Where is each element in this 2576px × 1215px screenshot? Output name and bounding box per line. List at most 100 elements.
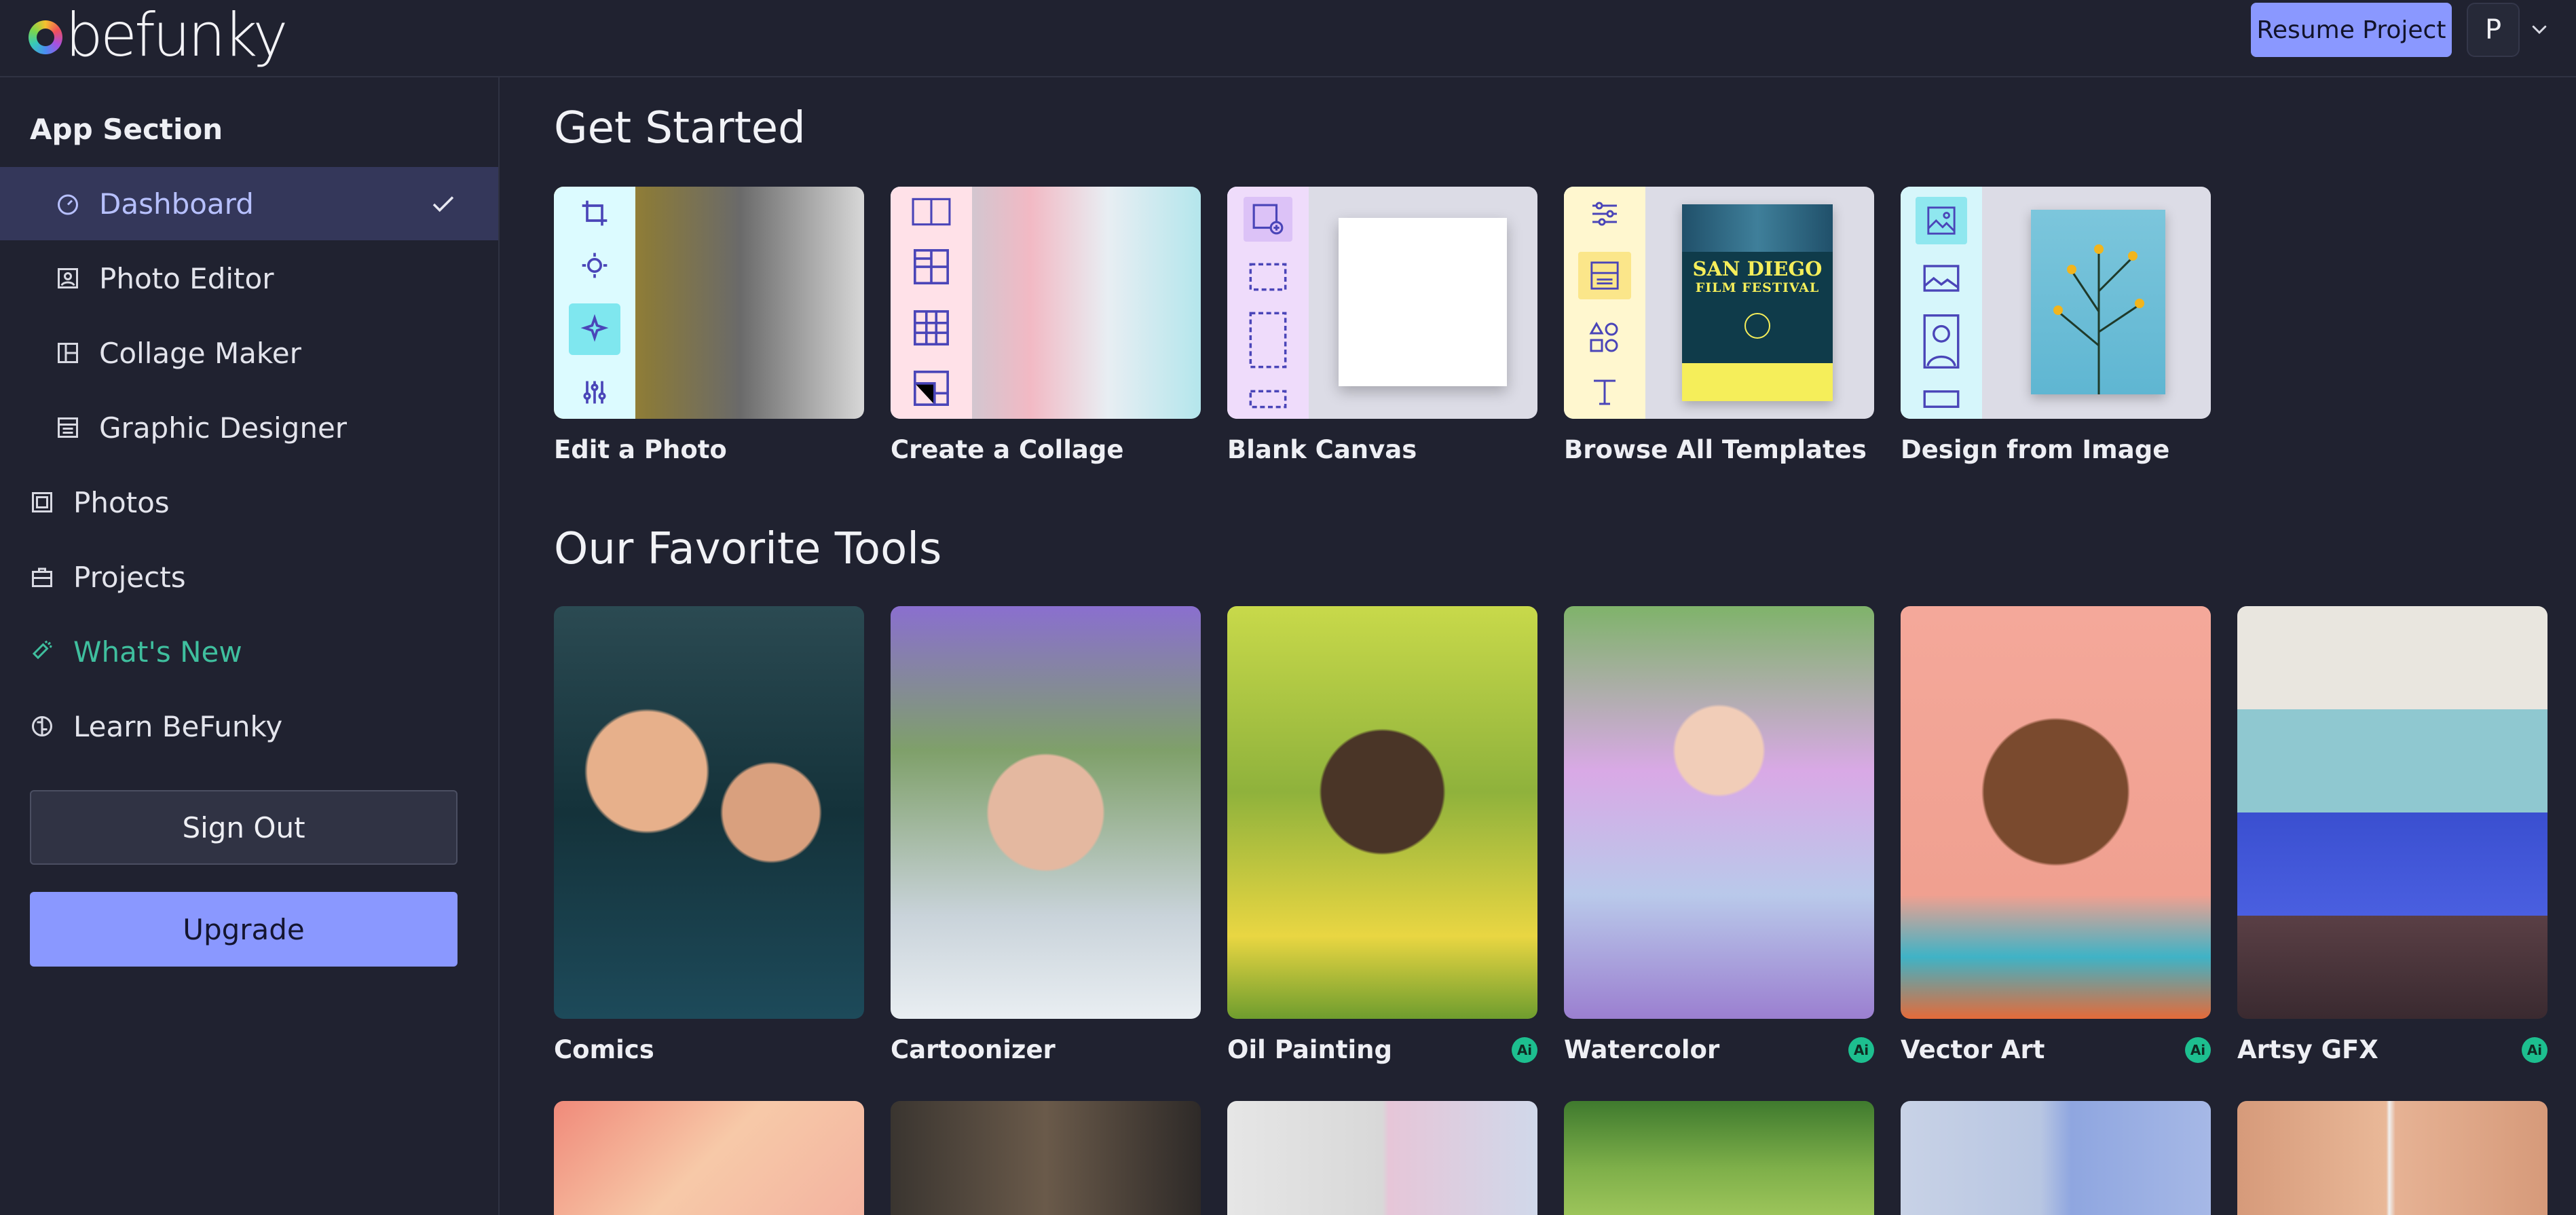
card-label: Vector Art Ai (1901, 1035, 2211, 1064)
sidebar-item-whats-new[interactable]: What's New (0, 615, 498, 688)
oil-painting-tool-card[interactable]: Oil Painting Ai (1227, 606, 1537, 1064)
brightness-icon (582, 253, 608, 278)
browse-templates-card[interactable]: SAN DIEGO FILM FESTIVAL Browse All Templ… (1564, 187, 1874, 464)
text-icon (1594, 379, 1616, 405)
design-from-image-card[interactable]: Design from Image (1901, 187, 2211, 464)
favorite-tools-heading: Our Favorite Tools (554, 524, 942, 574)
logo-text: befunky (65, 0, 288, 70)
sign-out-button[interactable]: Sign Out (30, 790, 458, 865)
tool-card-row3-6[interactable] (2237, 1101, 2547, 1215)
tool-card-row3-4[interactable] (1564, 1101, 1874, 1215)
user-avatar[interactable]: P (2467, 3, 2520, 57)
add-frame-icon (1244, 197, 1292, 242)
template-layout-icon (1578, 252, 1631, 299)
layout-icon (58, 343, 78, 363)
card-label: Comics (554, 1035, 654, 1064)
crop-icon (582, 200, 608, 226)
edit-photo-thumbnail (554, 187, 864, 419)
tool-card-row3-5[interactable] (1901, 1101, 2211, 1215)
sidebar-item-label: Learn BeFunky (73, 709, 283, 743)
row3-thumbnail (891, 1101, 1201, 1215)
resume-project-button[interactable]: Resume Project (2251, 3, 2452, 57)
cartoonizer-tool-card[interactable]: Cartoonizer (891, 606, 1201, 1064)
blank-canvas-card[interactable]: Blank Canvas (1227, 187, 1537, 464)
photo-frame-icon (32, 492, 52, 512)
template-icon (58, 417, 78, 438)
adjust-icon (1592, 202, 1617, 226)
layout-spiral-icon (914, 371, 949, 407)
sidebar-item-collage-maker[interactable]: Collage Maker (0, 316, 498, 390)
image-banner-icon (1923, 390, 1960, 409)
tool-strip (554, 187, 635, 419)
chevron-down-icon[interactable] (2529, 19, 2550, 39)
vector-art-tool-card[interactable]: Vector Art Ai (1901, 606, 2211, 1064)
comics-thumbnail (554, 606, 864, 1019)
sliders-icon (583, 381, 606, 404)
comics-tool-card[interactable]: Comics (554, 606, 864, 1064)
layout-two-icon (912, 198, 951, 225)
poster-subtitle: FILM FESTIVAL (1695, 280, 1820, 295)
card-label: Blank Canvas (1227, 435, 1417, 464)
layout-grid-icon (914, 249, 949, 285)
tool-card-row3-3[interactable] (1227, 1101, 1537, 1215)
sidebar-item-label: Graphic Designer (99, 411, 348, 445)
create-collage-card[interactable]: Create a Collage (891, 187, 1201, 464)
blank-canvas-preview (1339, 218, 1507, 386)
row3-thumbnail (1901, 1101, 2211, 1215)
get-started-heading: Get Started (554, 103, 806, 153)
design-strip (1564, 187, 1645, 419)
card-label: Oil Painting Ai (1227, 1035, 1537, 1064)
top-bar: befunky Resume Project P (0, 0, 2576, 77)
sidebar-item-label: What's New (73, 635, 242, 669)
check-icon (432, 196, 454, 212)
sidebar-item-label: Photo Editor (99, 261, 274, 295)
dashed-tall-icon (1249, 312, 1287, 369)
card-label: Edit a Photo (554, 435, 727, 464)
tool-card-row3-1[interactable] (554, 1101, 864, 1215)
card-label: Watercolor Ai (1564, 1035, 1874, 1064)
poster-title: SAN DIEGO (1692, 257, 1823, 280)
sidebar-item-projects[interactable]: Projects (0, 540, 498, 614)
cartoonizer-thumbnail (891, 606, 1201, 1019)
artsy-gfx-thumbnail (2237, 606, 2547, 1019)
sidebar-item-label: Projects (73, 560, 186, 594)
edit-photo-card[interactable]: Edit a Photo (554, 187, 864, 464)
card-label: Cartoonizer (891, 1035, 1056, 1064)
magic-icon (569, 303, 620, 355)
artsy-gfx-tool-card[interactable]: Artsy GFX Ai (2237, 606, 2547, 1064)
image-icon (58, 268, 78, 288)
vector-art-thumbnail (1901, 606, 2211, 1019)
watercolor-thumbnail (1564, 606, 1874, 1019)
upgrade-button[interactable]: Upgrade (30, 892, 458, 967)
sidebar-item-graphic-designer[interactable]: Graphic Designer (0, 391, 498, 464)
sidebar-item-label: Photos (73, 485, 170, 519)
sidebar-item-learn-befunky[interactable]: Learn BeFunky (0, 690, 498, 763)
row3-thumbnail (1564, 1101, 1874, 1215)
row3-thumbnail (2237, 1101, 2547, 1215)
ai-badge: Ai (1512, 1036, 1537, 1063)
sidebar-item-dashboard[interactable]: Dashboard (0, 167, 498, 240)
watercolor-tool-card[interactable]: Watercolor Ai (1564, 606, 1874, 1064)
briefcase-icon (32, 567, 52, 587)
flower-image-preview (2031, 210, 2165, 394)
brain-icon (32, 716, 52, 736)
card-label: Design from Image (1901, 435, 2170, 464)
shape-strip (1227, 187, 1309, 419)
ai-badge: Ai (1848, 1036, 1874, 1063)
layout-nine-icon (914, 310, 949, 345)
poster-preview: SAN DIEGO FILM FESTIVAL (1682, 204, 1833, 401)
shapes-icon (1589, 321, 1618, 352)
ai-badge: Ai (2185, 1036, 2211, 1063)
dashed-rect-icon (1249, 263, 1287, 291)
befunky-logo[interactable]: befunky (29, 0, 288, 70)
oil-painting-thumbnail (1227, 606, 1537, 1019)
megaphone-icon (32, 640, 52, 660)
sidebar-item-photos[interactable]: Photos (0, 466, 498, 539)
dashed-wide-icon (1249, 390, 1287, 409)
tool-card-row3-2[interactable] (891, 1101, 1201, 1215)
sidebar-item-photo-editor[interactable]: Photo Editor (0, 242, 498, 315)
gauge-icon (58, 194, 78, 215)
sidebar-item-label: Dashboard (99, 187, 254, 221)
card-label: Artsy GFX Ai (2237, 1035, 2547, 1064)
sidebar-item-label: Collage Maker (99, 336, 301, 370)
